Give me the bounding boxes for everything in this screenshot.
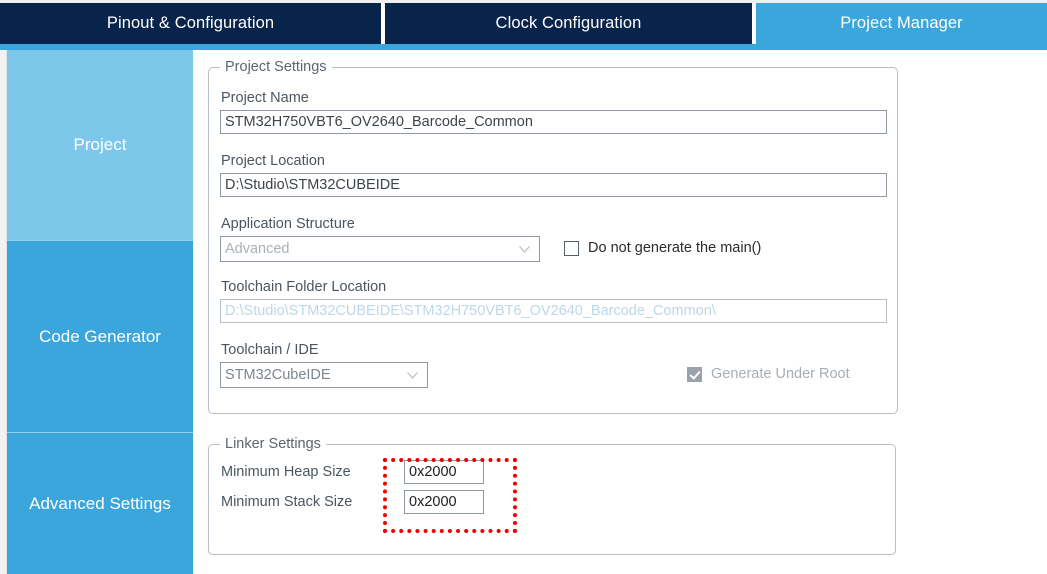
chevron-down-icon (407, 372, 418, 379)
tab-project-manager[interactable]: Project Manager (756, 3, 1047, 44)
generate-under-root-label: Generate Under Root (711, 366, 850, 382)
linker-settings-groupbox: Linker Settings Minimum Heap Size 0x2000… (208, 436, 896, 555)
application-structure-label: Application Structure (221, 216, 355, 232)
sidebar-item-code-generator[interactable]: Code Generator (7, 240, 193, 432)
main-tab-bar: Pinout & Configuration Clock Configurati… (0, 3, 1047, 44)
minimum-heap-size-input[interactable]: 0x2000 (404, 460, 484, 484)
chevron-down-icon (519, 246, 530, 253)
application-structure-select[interactable]: Advanced (220, 236, 540, 262)
minimum-stack-size-label: Minimum Stack Size (221, 494, 353, 510)
toolchain-folder-location-label: Toolchain Folder Location (221, 279, 387, 295)
toolchain-folder-location-input: D:\Studio\STM32CUBEIDE\STM32H750VBT6_OV2… (220, 299, 887, 323)
sidebar-item-code-generator-label: Code Generator (39, 326, 161, 346)
toolchain-ide-label: Toolchain / IDE (221, 342, 319, 358)
toolchain-ide-value: STM32CubeIDE (225, 367, 331, 383)
project-location-input[interactable]: D:\Studio\STM32CUBEIDE (220, 173, 887, 197)
sidebar-item-project[interactable]: Project (7, 50, 193, 240)
application-structure-value: Advanced (225, 241, 290, 257)
minimum-heap-size-label: Minimum Heap Size (221, 464, 351, 480)
tab-project-manager-label: Project Manager (840, 14, 963, 32)
minimum-stack-size-input[interactable]: 0x2000 (404, 490, 484, 514)
linker-settings-group-title: Linker Settings (220, 436, 326, 452)
tab-clock-configuration-label: Clock Configuration (495, 14, 642, 32)
project-settings-panel: Project Settings Project Name STM32H750V… (195, 50, 1047, 574)
sidebar-item-advanced-settings-label: Advanced Settings (29, 493, 171, 513)
sidebar-item-advanced-settings[interactable]: Advanced Settings (7, 432, 193, 574)
do-not-generate-main-label: Do not generate the main() (588, 240, 762, 256)
do-not-generate-main-checkbox[interactable] (564, 240, 579, 256)
toolchain-ide-select[interactable]: STM32CubeIDE (220, 362, 428, 388)
project-settings-groupbox: Project Settings Project Name STM32H750V… (208, 59, 898, 414)
left-gutter (0, 50, 7, 574)
tab-clock-configuration[interactable]: Clock Configuration (385, 3, 752, 44)
tab-pinout-configuration-label: Pinout & Configuration (106, 14, 275, 32)
generate-under-root-checkbox[interactable] (687, 366, 702, 382)
generate-under-root-checkbox-row[interactable]: Generate Under Root (687, 366, 850, 382)
tab-pinout-configuration[interactable]: Pinout & Configuration (0, 3, 381, 44)
sidebar-item-project-label: Project (73, 135, 127, 154)
project-manager-sidebar: Project Code Generator Advanced Settings (7, 50, 193, 574)
project-name-label: Project Name (221, 90, 309, 106)
do-not-generate-main-checkbox-row[interactable]: Do not generate the main() (564, 240, 761, 256)
project-name-input[interactable]: STM32H750VBT6_OV2640_Barcode_Common (220, 110, 887, 134)
project-location-label: Project Location (221, 153, 325, 169)
project-settings-group-title: Project Settings (220, 59, 332, 75)
